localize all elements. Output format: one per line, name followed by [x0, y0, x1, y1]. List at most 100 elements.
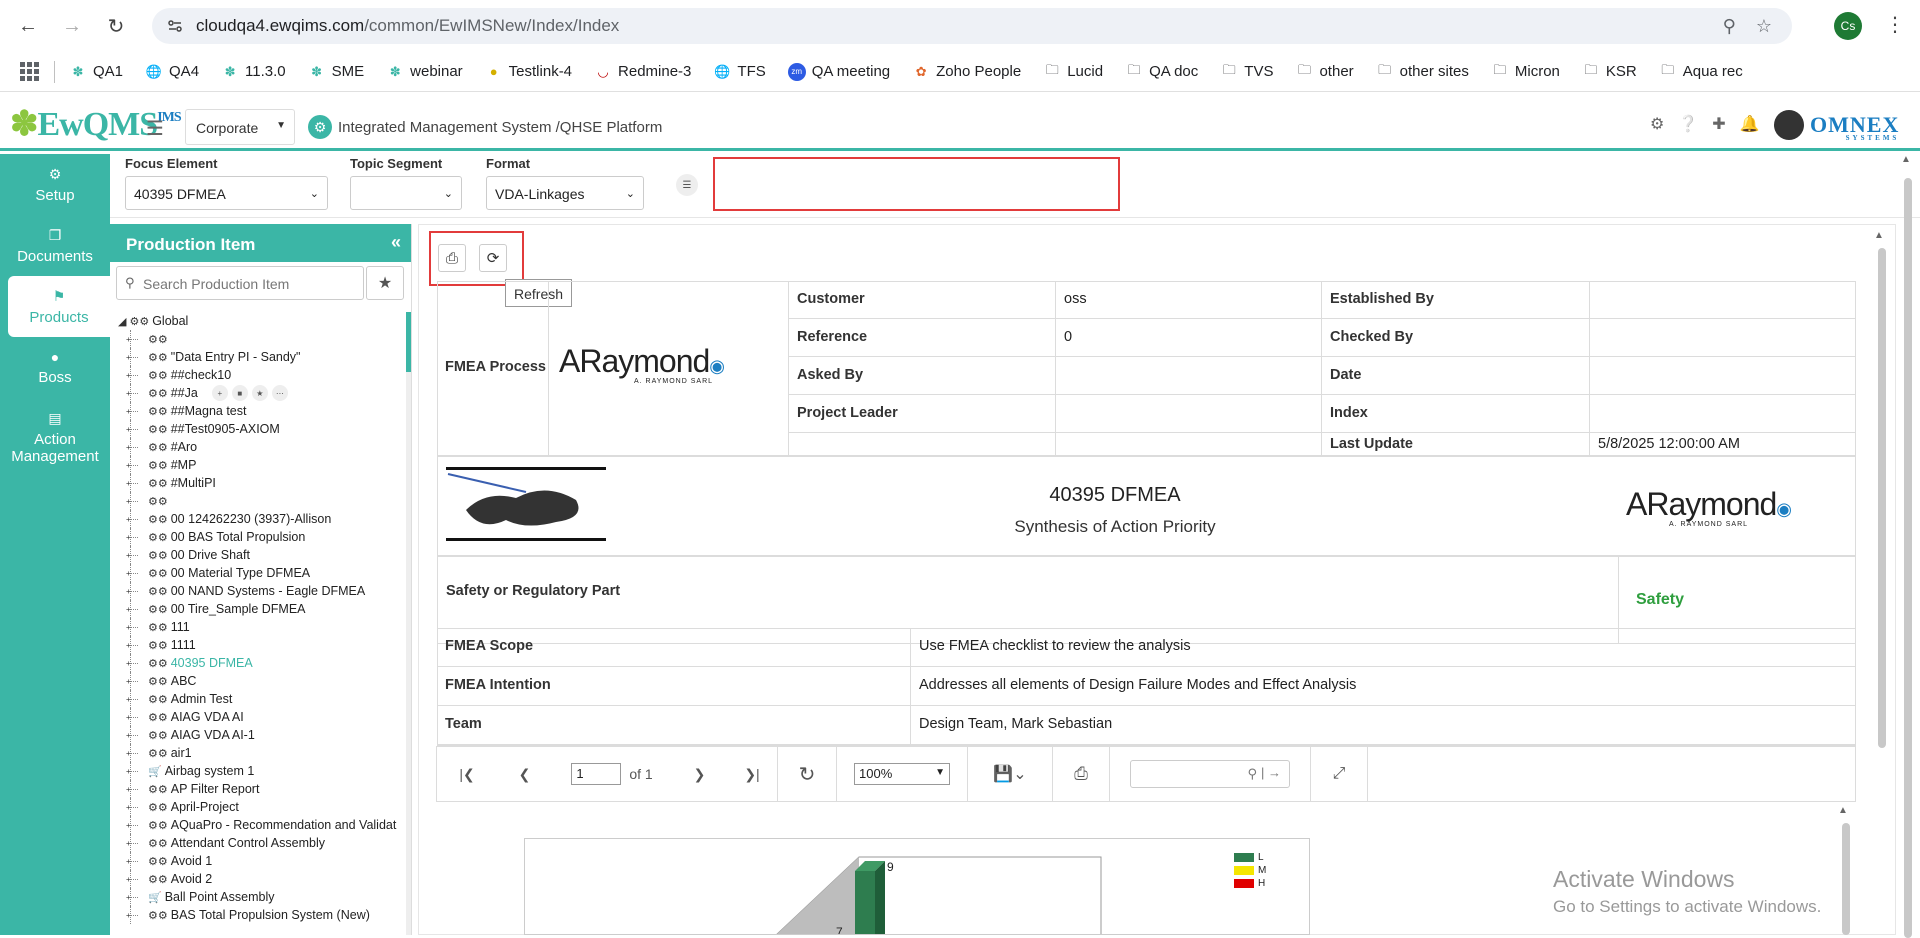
tree-node[interactable]: + ⚙⚙ 00 Material Type DFMEA: [118, 564, 403, 582]
expand-icon[interactable]: +: [126, 551, 131, 560]
tree-node[interactable]: + ⚙⚙ #MultiPI: [118, 474, 403, 492]
search-input[interactable]: ⚲ Search Production Item: [116, 266, 364, 300]
page-number-input[interactable]: 1: [571, 763, 622, 785]
bookmark-qa4[interactable]: 🌐 QA4: [145, 63, 199, 81]
browser-menu-icon[interactable]: ⋮: [1885, 12, 1905, 37]
tree-node[interactable]: + ⚙⚙ 111: [118, 618, 403, 636]
bookmark-testlink[interactable]: ● Testlink-4: [485, 63, 572, 81]
bookmark-redmine[interactable]: ◡ Redmine-3: [594, 63, 691, 81]
expand-icon[interactable]: +: [126, 857, 131, 866]
expand-icon[interactable]: +: [126, 605, 131, 614]
focus-element-select[interactable]: 40395 DFMEA ⌄: [125, 176, 328, 210]
tree-node[interactable]: + ⚙⚙ AQuaPro - Recommendation and Validat: [118, 816, 403, 834]
tree-node[interactable]: + ⚙⚙ ##Ja + ■ ★ ⋯: [118, 384, 403, 402]
report-scrollbar[interactable]: ▲: [1874, 230, 1890, 750]
next-page-icon[interactable]: ❯: [672, 746, 727, 802]
expand-icon[interactable]: +: [126, 875, 131, 884]
expand-icon[interactable]: +: [126, 497, 131, 506]
format-select[interactable]: VDA-Linkages ⌄: [486, 176, 644, 210]
tree-node[interactable]: + ⚙⚙ 00 NAND Systems - Eagle DFMEA: [118, 582, 403, 600]
tree-node[interactable]: + ⚙⚙ AIAG VDA AI: [118, 708, 403, 726]
bookmark-qa1[interactable]: ✽ QA1: [69, 63, 123, 81]
collapse-icon[interactable]: «: [391, 232, 401, 253]
tree-node[interactable]: + ⚙⚙ BAS Total Propulsion System (New): [118, 906, 403, 924]
bookmark-qa-doc[interactable]: 🗀 QA doc: [1125, 62, 1199, 81]
expand-icon[interactable]: +: [126, 623, 131, 632]
tree-node[interactable]: + ⚙⚙ ##check10: [118, 366, 403, 384]
help-icon[interactable]: ❔: [1678, 114, 1698, 134]
bookmark-tfs[interactable]: 🌐 TFS: [713, 63, 765, 81]
more-icon[interactable]: ⋯: [271, 385, 288, 401]
expand-icon[interactable]: +: [126, 659, 131, 668]
hamburger-menu-icon[interactable]: ☰: [146, 116, 164, 141]
tree-node[interactable]: + ⚙⚙ Avoid 2: [118, 870, 403, 888]
tree-node[interactable]: + ⚙⚙ air1: [118, 744, 403, 762]
bookmark-11-3-0[interactable]: ✽ 11.3.0: [221, 63, 286, 81]
expand-icon[interactable]: +: [126, 749, 131, 758]
reload-icon[interactable]: ↻: [96, 6, 136, 46]
expand-icon[interactable]: +: [126, 479, 131, 488]
nav-setup[interactable]: ⚙ Setup: [0, 154, 110, 215]
expand-icon[interactable]: +: [126, 461, 131, 470]
tree-node[interactable]: + 🛒 Airbag system 1: [118, 762, 403, 780]
expand-icon[interactable]: ◢: [118, 315, 126, 328]
bookmark-star-icon[interactable]: ☆: [1756, 16, 1772, 37]
bookmark-sme[interactable]: ✽ SME: [308, 63, 364, 81]
find-next-icon[interactable]: | →: [1261, 765, 1281, 780]
tree-node[interactable]: + ⚙⚙: [118, 492, 403, 510]
expand-icon[interactable]: +: [126, 389, 131, 398]
chart-scrollbar[interactable]: ▲: [1838, 805, 1854, 935]
bookmark-zoho[interactable]: ✿ Zoho People: [912, 63, 1022, 81]
tree-node[interactable]: + ⚙⚙ #MP: [118, 456, 403, 474]
profile-avatar[interactable]: Cs: [1834, 12, 1862, 40]
user-avatar[interactable]: [1774, 110, 1804, 140]
expand-icon[interactable]: +: [126, 695, 131, 704]
expand-icon[interactable]: +: [126, 767, 131, 776]
export-save-icon[interactable]: 💾⌄: [968, 746, 1052, 802]
nav-documents[interactable]: ❐ Documents: [0, 215, 110, 276]
prev-page-icon[interactable]: ❮: [497, 746, 552, 802]
expand-icon[interactable]: +: [126, 587, 131, 596]
sidebar-scrollbar[interactable]: [406, 312, 411, 935]
add-node-icon[interactable]: +: [211, 385, 228, 401]
expand-icon[interactable]: +: [126, 839, 131, 848]
expand-icon[interactable]: +: [126, 425, 131, 434]
layers-icon[interactable]: ☰: [676, 174, 698, 196]
nav-action-management[interactable]: ▤ Action Management: [0, 398, 110, 476]
zoom-icon[interactable]: ⚲: [1723, 16, 1736, 37]
apps-icon[interactable]: [20, 61, 40, 82]
expand-icon[interactable]: +: [126, 731, 131, 740]
tree-node[interactable]: + ⚙⚙ 00 124262230 (3937)-Allison: [118, 510, 403, 528]
bookmark-micron[interactable]: 🗀 Micron: [1491, 62, 1560, 81]
add-icon[interactable]: ✚: [1712, 114, 1725, 134]
favorite-star-icon[interactable]: ★: [366, 266, 404, 300]
tree-node[interactable]: + ⚙⚙ Admin Test: [118, 690, 403, 708]
tree-node[interactable]: + ⚙⚙: [118, 330, 403, 348]
expand-icon[interactable]: +: [126, 803, 131, 812]
expand-icon[interactable]: +: [126, 407, 131, 416]
bookmark-lucid[interactable]: 🗀 Lucid: [1043, 62, 1103, 81]
delete-node-icon[interactable]: ■: [231, 385, 248, 401]
expand-icon[interactable]: +: [126, 911, 131, 920]
expand-icon[interactable]: +: [126, 713, 131, 722]
tree-node[interactable]: + ⚙⚙ #Aro: [118, 438, 403, 456]
tree-node[interactable]: + ⚙⚙ "Data Entry PI - Sandy": [118, 348, 403, 366]
bookmark-tvs[interactable]: 🗀 TVS: [1220, 62, 1274, 81]
bookmark-qa-meeting[interactable]: zm QA meeting: [787, 62, 890, 81]
expand-icon[interactable]: +: [126, 353, 131, 362]
refresh-report-icon[interactable]: ↻: [778, 746, 836, 802]
expand-icon[interactable]: +: [126, 533, 131, 542]
tree-root[interactable]: ◢ ⚙⚙ Global: [118, 312, 403, 330]
bookmark-aqua-rec[interactable]: 🗀 Aqua rec: [1659, 62, 1743, 81]
company-select[interactable]: Corporate ▼: [185, 109, 295, 145]
expand-icon[interactable]: +: [126, 335, 131, 344]
bookmark-other[interactable]: 🗀 other: [1295, 62, 1354, 81]
expand-icon[interactable]: +: [126, 641, 131, 650]
expand-icon[interactable]: +: [126, 569, 131, 578]
fullscreen-icon[interactable]: ⤢: [1311, 746, 1367, 802]
expand-icon[interactable]: +: [126, 371, 131, 380]
tree-node[interactable]: + ⚙⚙ Attendant Control Assembly: [118, 834, 403, 852]
bookmark-other-sites[interactable]: 🗀 other sites: [1376, 62, 1469, 81]
tree-node[interactable]: + 🛒 Ball Point Assembly: [118, 888, 403, 906]
topic-segment-select[interactable]: ⌄: [350, 176, 462, 210]
